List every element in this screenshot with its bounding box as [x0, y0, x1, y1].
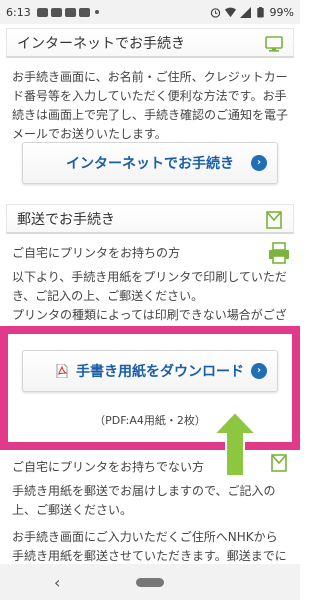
no-printer-instructions: 手続き用紙を郵送でお届けしますので、ご記入の上、ご郵送ください。	[12, 484, 276, 517]
notification-icon	[36, 7, 48, 17]
home-pill-button[interactable]	[136, 577, 164, 587]
system-nav-bar: ‹	[0, 564, 300, 600]
battery-percent: 99%	[269, 5, 294, 19]
pdf-icon	[56, 364, 68, 378]
more-notifications-icon	[94, 10, 99, 14]
envelope-icon	[266, 211, 282, 229]
alarm-icon	[210, 7, 220, 18]
chevron-right-icon: ›	[251, 155, 267, 171]
status-time: 6:13	[6, 5, 31, 19]
section-header-mail: 郵送でお手続き	[6, 204, 294, 234]
section-header-internet: インターネットでお手続き	[6, 28, 294, 58]
internet-procedure-label: インターネットでお手続き	[66, 156, 234, 172]
printer-instructions: 以下より、手続き用紙をプリンタで印刷していただき、ご記入の上、ご郵送ください。	[12, 270, 287, 303]
wifi-icon	[224, 7, 236, 17]
status-bar: 6:13 99%	[0, 0, 300, 24]
section-title-mail: 郵送でお手続き	[17, 211, 115, 228]
section-title-internet: インターネットでお手続き	[17, 35, 185, 52]
internet-description: お手続き画面に、お名前・ご住所、クレジットカード番号等を入力していただく便利な方…	[12, 70, 289, 141]
internet-procedure-button[interactable]: インターネットでお手続き ›	[22, 142, 278, 184]
download-form-button[interactable]: 手書き用紙をダウンロード ›	[22, 350, 278, 392]
download-form-label: 手書き用紙をダウンロード	[76, 364, 244, 380]
signal-icon	[239, 6, 251, 18]
envelope-icon	[271, 454, 287, 472]
image-icon	[78, 7, 90, 17]
no-printer-details: お手続き画面にご入力いただくご住所へNHKから手続き用紙を郵送させていただきます…	[12, 530, 287, 563]
chevron-right-icon: ›	[251, 363, 267, 379]
monitor-icon	[265, 36, 283, 52]
youtube-icon	[50, 7, 62, 17]
printer-icon	[269, 242, 289, 264]
no-printer-heading: ご自宅にプリンタをお持ちでない方	[12, 460, 205, 474]
battery-icon	[256, 6, 264, 18]
printer-heading: ご自宅にプリンタをお持ちの方	[12, 246, 181, 260]
back-icon[interactable]: ‹	[54, 573, 60, 592]
mail-icon	[64, 7, 76, 17]
